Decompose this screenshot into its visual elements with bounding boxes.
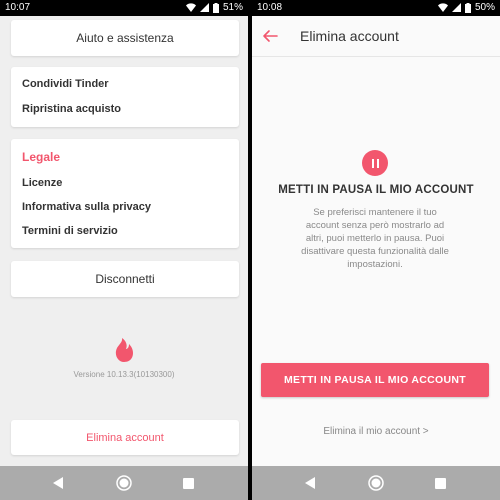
delete-account-label: Elimina account (86, 431, 164, 444)
pause-description: Se preferisci mantenere il tuo account s… (301, 207, 449, 270)
nav-recents-icon[interactable] (432, 475, 448, 491)
licenses-item[interactable]: Licenze (22, 177, 62, 189)
status-time: 10:08 (257, 2, 283, 13)
nav-back-icon[interactable] (302, 475, 318, 491)
share-tinder-item[interactable]: Condividi Tinder (22, 78, 109, 90)
battery-icon (212, 2, 219, 13)
status-bar: 10:08 50% (252, 0, 500, 16)
battery-percentage: 51% (222, 2, 243, 13)
status-bar: 10:07 51% (0, 0, 248, 16)
help-label: Aiuto e assistenza (76, 31, 174, 45)
nav-home-icon[interactable] (116, 475, 132, 491)
battery-percentage: 50% (474, 2, 495, 13)
battery-icon (464, 2, 471, 13)
page-title: Elimina account (300, 28, 399, 44)
wifi-icon (437, 3, 448, 12)
nav-recents-icon[interactable] (180, 475, 196, 491)
back-arrow-icon[interactable] (262, 28, 278, 44)
signal-icon (451, 3, 461, 12)
status-time: 10:07 (5, 2, 31, 13)
legal-heading: Legale (22, 150, 61, 164)
navigation-bar (0, 466, 248, 500)
delete-my-account-link[interactable]: Elimina il mio account > (252, 426, 500, 437)
privacy-policy-item[interactable]: Informativa sulla privacy (22, 201, 151, 213)
pause-icon (362, 150, 388, 176)
wifi-icon (185, 3, 196, 12)
pause-heading: METTI IN PAUSA IL MIO ACCOUNT (278, 184, 474, 196)
legal-card: Legale Licenze Informativa sulla privacy… (11, 139, 239, 248)
nav-home-icon[interactable] (368, 475, 384, 491)
restore-purchase-item[interactable]: Ripristina acquisto (22, 103, 121, 115)
logout-label: Disconnetti (95, 272, 155, 286)
version-text: Versione 10.13.3(10130300) (73, 370, 175, 379)
delete-account-button[interactable]: Elimina account (11, 420, 239, 455)
pause-account-button[interactable]: METTI IN PAUSA IL MIO ACCOUNT (261, 363, 489, 397)
help-card[interactable]: Aiuto e assistenza (11, 20, 239, 56)
tinder-flame-icon (115, 338, 133, 362)
navigation-bar (252, 466, 500, 500)
settings-screen: 10:07 51% Aiuto e assistenza Condividi T… (0, 0, 248, 500)
app-bar: Elimina account (252, 16, 500, 57)
nav-back-icon[interactable] (50, 475, 66, 491)
share-card: Condividi Tinder Ripristina acquisto (11, 67, 239, 127)
logout-button[interactable]: Disconnetti (11, 261, 239, 297)
terms-of-service-item[interactable]: Termini di servizio (22, 225, 118, 237)
signal-icon (199, 3, 209, 12)
